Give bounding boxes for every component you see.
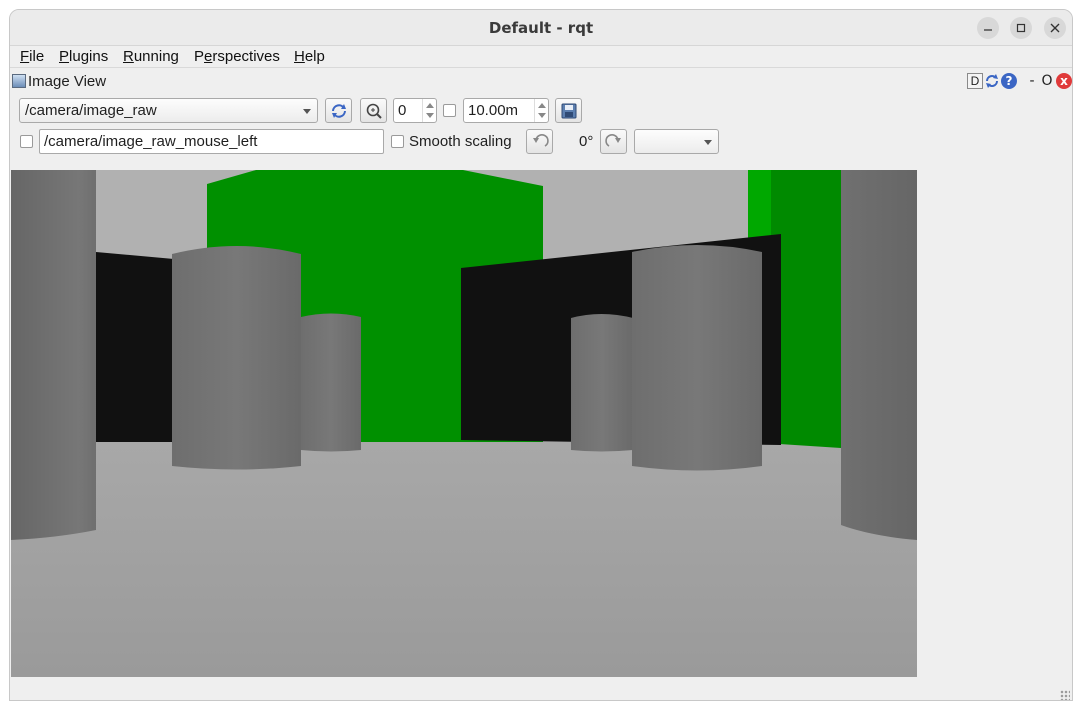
close-plugin-icon[interactable]: x	[1056, 73, 1072, 89]
duration-value: 10.00m	[468, 102, 519, 119]
help-icon[interactable]: ?	[1001, 73, 1017, 89]
rotate-left-button[interactable]	[526, 129, 553, 154]
zoom-icon	[366, 103, 382, 119]
dock-widget-buttons: D ? - O x	[967, 73, 1072, 91]
smooth-scaling-label: Smooth scaling	[409, 133, 512, 150]
image-count-value: 0	[398, 102, 407, 119]
save-icon	[561, 103, 577, 119]
duration-checkbox[interactable]	[443, 104, 456, 117]
dock-d-button[interactable]: D	[967, 73, 983, 89]
pillar-near-left	[11, 170, 96, 540]
chevron-down-icon	[303, 109, 311, 114]
menu-help[interactable]: Help	[294, 48, 325, 65]
spin-arrows-icon[interactable]	[534, 99, 548, 122]
menu-file[interactable]: File	[20, 48, 44, 65]
maximize-window-button[interactable]	[1010, 17, 1032, 39]
camera-image	[11, 170, 917, 677]
pillar-near-right	[841, 170, 917, 540]
save-image-button[interactable]	[555, 98, 582, 123]
minimize-plugin-button[interactable]: -	[1027, 73, 1037, 89]
rotate-left-icon	[533, 134, 549, 147]
status-area	[10, 677, 1072, 700]
mouse-topic-value: /camera/image_raw_mouse_left	[44, 133, 258, 150]
minimize-window-button[interactable]	[977, 17, 999, 39]
rotation-label: 0°	[579, 133, 594, 150]
color-scheme-select[interactable]	[634, 129, 719, 154]
refresh-topics-button[interactable]	[325, 98, 352, 123]
refresh-icon	[332, 104, 346, 118]
resize-grip-icon[interactable]	[1060, 690, 1070, 700]
image-view-icon	[12, 74, 26, 88]
pillar-front-right	[632, 245, 762, 471]
image-count-spinbox[interactable]: 0	[393, 98, 437, 123]
rotate-right-icon	[605, 134, 621, 147]
window-title: Default - rqt	[488, 19, 594, 37]
pillar-front-left	[172, 246, 301, 470]
rotate-right-button[interactable]	[600, 129, 627, 154]
spin-arrows-icon[interactable]	[422, 99, 436, 122]
title-bar[interactable]: Default - rqt	[10, 10, 1072, 46]
topic-select-value: /camera/image_raw	[25, 102, 157, 119]
publish-click-checkbox[interactable]	[20, 135, 33, 148]
smooth-scaling-checkbox[interactable]	[391, 135, 404, 148]
menu-perspectives[interactable]: Perspectives	[194, 48, 280, 65]
reload-plugin-icon[interactable]	[984, 73, 1000, 89]
float-plugin-button[interactable]: O	[1041, 73, 1053, 89]
chevron-down-icon	[704, 140, 712, 145]
duration-spinbox[interactable]: 10.00m	[463, 98, 549, 123]
rqt-window: Default - rqt File Plugins Running Persp…	[9, 9, 1073, 701]
close-window-button[interactable]	[1044, 17, 1066, 39]
menu-bar: File Plugins Running Perspectives Help	[10, 46, 1072, 68]
floor	[11, 440, 917, 677]
zoom-button[interactable]	[360, 98, 387, 123]
pillar-back-left	[301, 313, 361, 452]
menu-plugins[interactable]: Plugins	[59, 48, 108, 65]
topic-select[interactable]: /camera/image_raw	[19, 98, 318, 123]
mouse-topic-input[interactable]: /camera/image_raw_mouse_left	[39, 129, 384, 154]
plugin-title: Image View	[28, 73, 107, 90]
pillar-back-right	[571, 314, 633, 452]
menu-running[interactable]: Running	[123, 48, 179, 65]
camera-image-view[interactable]	[11, 170, 917, 677]
